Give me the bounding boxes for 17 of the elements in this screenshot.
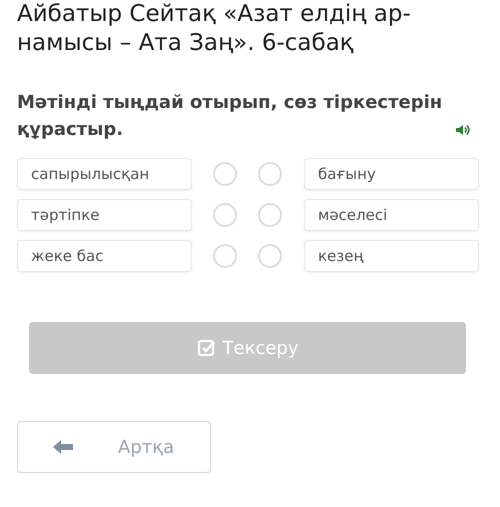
word-card[interactable]: мәселесі [304,199,479,231]
arrow-left-icon [53,439,73,455]
radio-button[interactable] [258,244,282,268]
word-card[interactable]: жеке бас [17,240,192,272]
instruction-text: Мәтінді тыңдай отырып, сөз тіркестерін құрастыр. [17,91,444,142]
radio-button[interactable] [213,244,237,268]
word-card[interactable]: кезең [304,240,479,272]
word-card[interactable]: тәртіпке [17,199,192,231]
radio-button[interactable] [213,162,237,186]
word-card[interactable]: сапырылысқан [17,158,192,190]
radio-button[interactable] [258,203,282,227]
radio-button[interactable] [258,162,282,186]
lesson-title: Айбатыр Сейтақ «Азат елдің ар-намысы – Ата Заң». 6-сабақ [17,0,412,58]
checkbox-icon [196,338,216,358]
speaker-icon[interactable] [455,123,471,137]
word-card[interactable]: бағыну [304,158,479,190]
radio-button[interactable] [213,203,237,227]
